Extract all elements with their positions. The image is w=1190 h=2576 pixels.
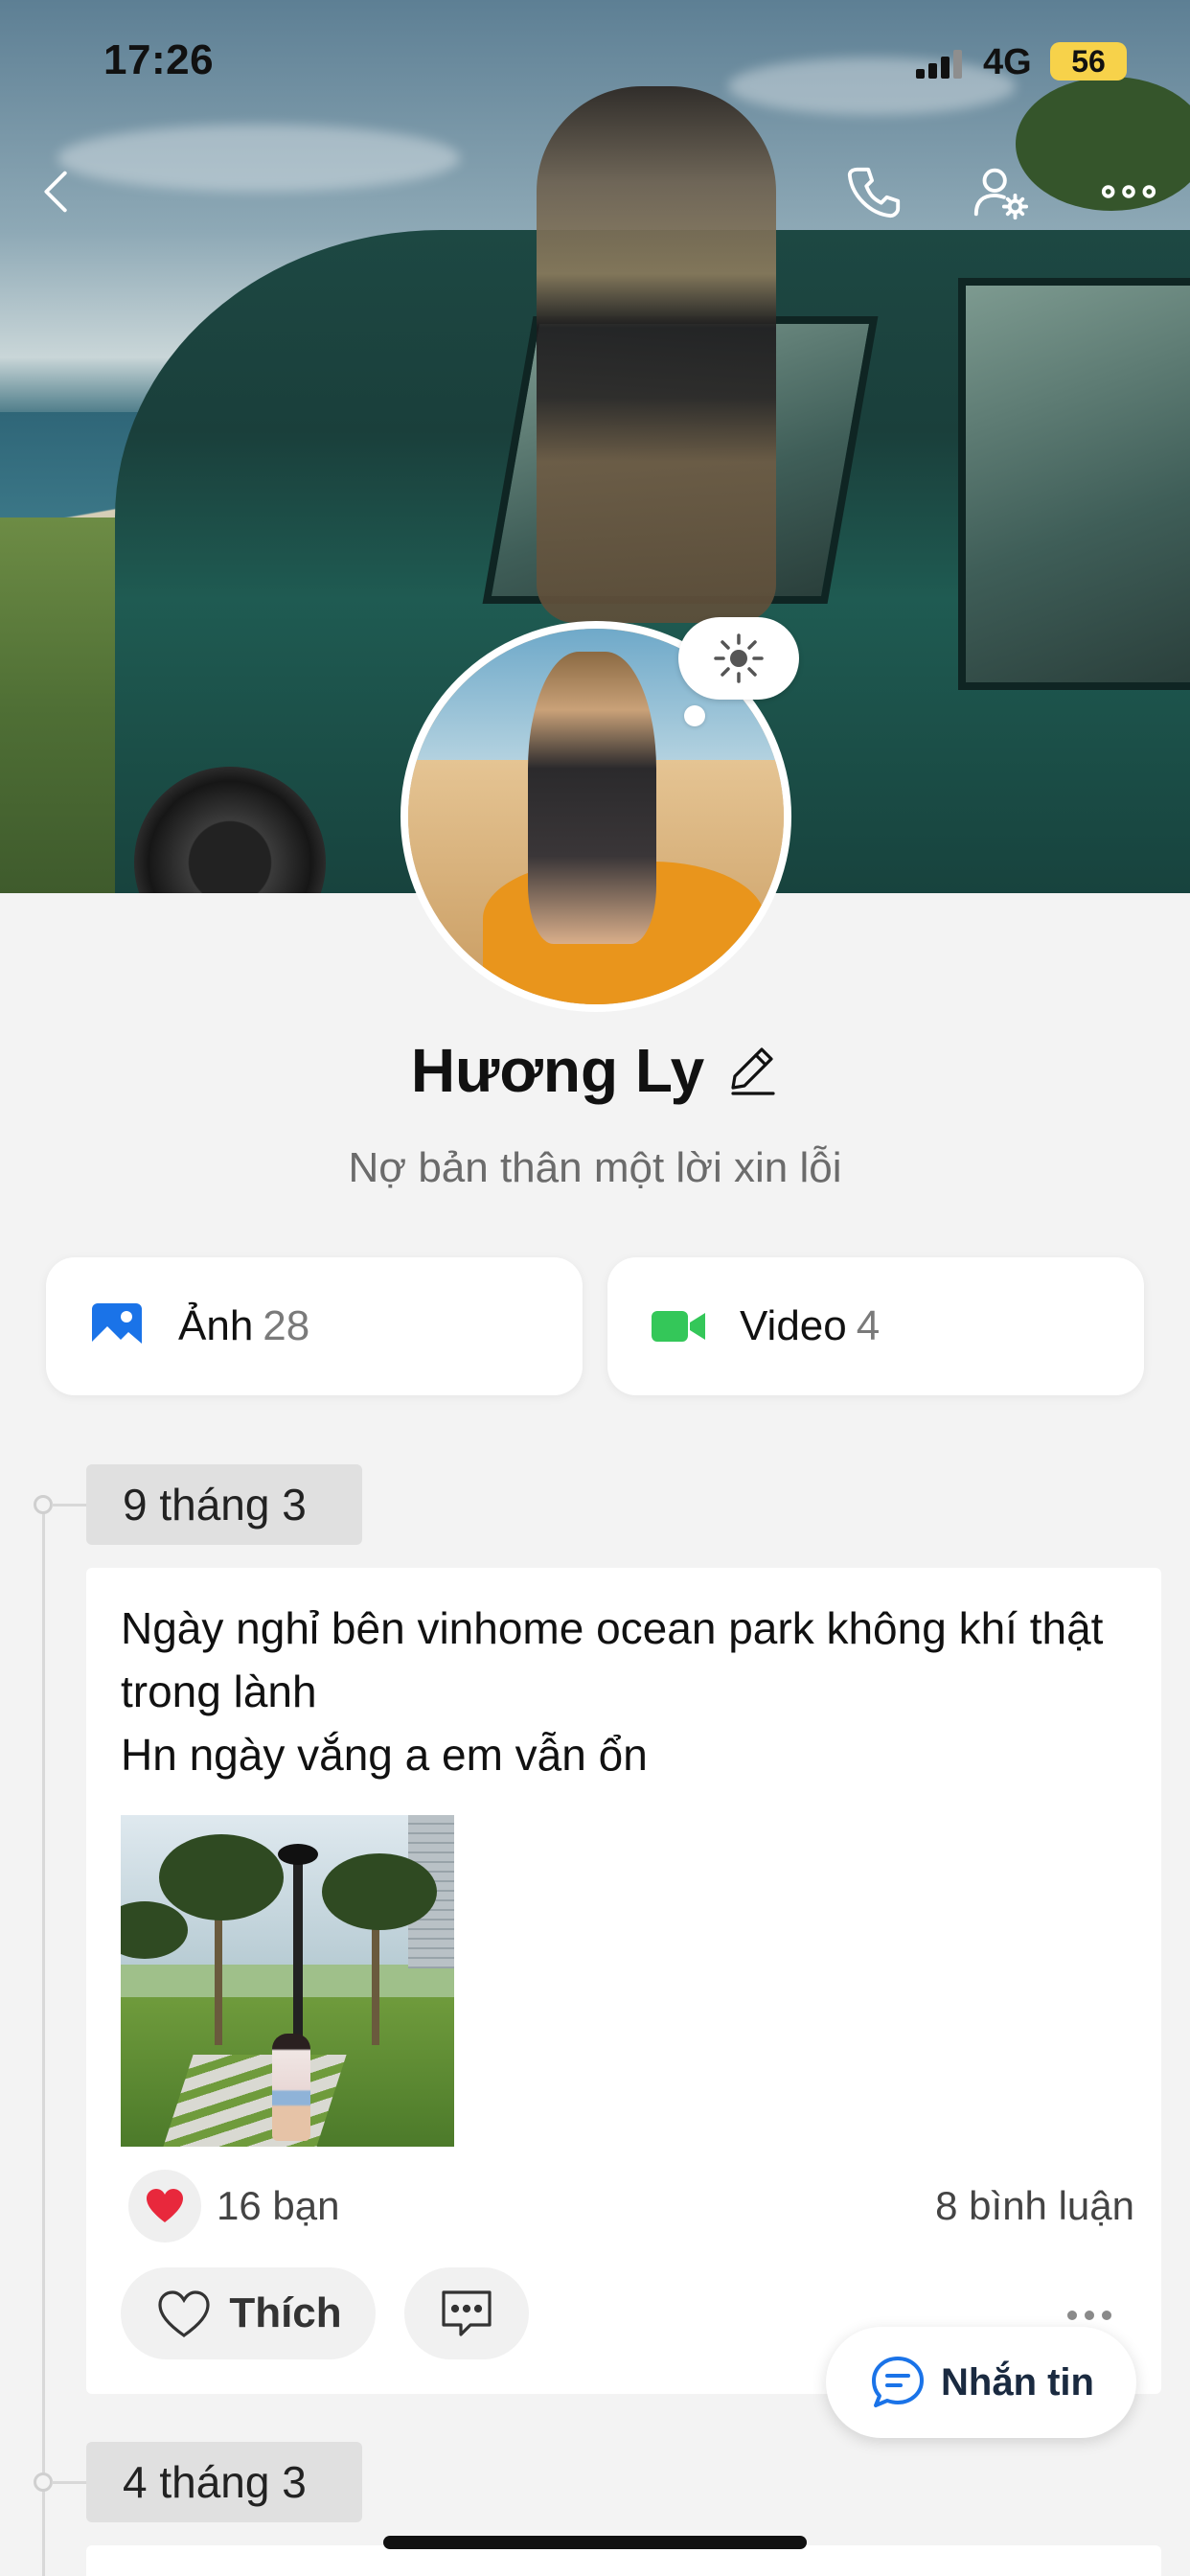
date-chip: 9 tháng 3 [86, 1464, 362, 1545]
post-actions: Thích [121, 2267, 529, 2359]
timeline-tick [52, 1504, 86, 1506]
send-message-label: Nhắn tin [941, 2360, 1094, 2404]
timeline-dot [34, 2472, 53, 2492]
call-button[interactable] [835, 153, 912, 230]
post-text: Ngày nghỉ bên vinhome ocean park không k… [121, 1603, 1104, 1780]
sun-icon [714, 633, 764, 683]
like-label: Thích [229, 2289, 342, 2336]
chat-bubble-icon [872, 2357, 924, 2407]
heart-reaction[interactable] [128, 2170, 201, 2242]
timeline-dot [34, 1495, 53, 1514]
likes-count[interactable]: 16 bạn [217, 2183, 339, 2229]
videos-label: Video 4 [740, 1302, 880, 1350]
home-indicator [383, 2536, 807, 2549]
status-bar: 17:26 4G 56 [0, 0, 1190, 125]
post-card[interactable] [86, 2545, 1161, 2576]
back-button[interactable] [19, 153, 96, 230]
more-horizontal-icon [1101, 185, 1156, 198]
post-more-button[interactable] [1067, 2306, 1127, 2325]
status-time: 17:26 [103, 36, 215, 83]
signal-icon [916, 50, 962, 79]
reaction-summary: 16 bạn 8 bình luận [128, 2170, 1134, 2242]
network-type: 4G [983, 42, 1032, 82]
heart-outline-icon [158, 2290, 210, 2337]
timeline-line [42, 1505, 45, 2576]
status-bubble[interactable] [678, 617, 799, 700]
battery-indicator: 56 [1050, 42, 1127, 80]
like-button[interactable]: Thích [121, 2267, 376, 2359]
videos-label-text: Video [740, 1302, 847, 1349]
videos-count: 4 [856, 1302, 881, 1349]
heart-filled-icon [147, 2189, 183, 2222]
timeline-tick [52, 2481, 86, 2484]
date-chip: 4 tháng 3 [86, 2442, 362, 2522]
video-camera-icon [652, 1311, 705, 1342]
photos-count: 28 [263, 1302, 310, 1349]
comments-count[interactable]: 8 bình luận [935, 2183, 1134, 2229]
photos-label: Ảnh 28 [178, 1302, 309, 1350]
edit-name-button[interactable] [725, 1042, 779, 1100]
send-message-button[interactable]: Nhắn tin [826, 2327, 1136, 2438]
photos-label-text: Ảnh [178, 1302, 254, 1349]
comment-icon [442, 2290, 492, 2336]
profile-bio: Nợ bản thân một lời xin lỗi [348, 1144, 842, 1191]
user-settings-icon [973, 168, 1029, 220]
phone-icon [847, 167, 901, 218]
post-photo[interactable] [121, 1815, 454, 2147]
profile-name: Hương Ly [410, 1036, 705, 1105]
image-icon [92, 1303, 142, 1349]
comment-button[interactable] [404, 2267, 529, 2359]
more-button[interactable] [1090, 153, 1167, 230]
profile-name-row: Hương Ly [0, 1035, 1190, 1106]
status-bubble-dot [684, 705, 705, 726]
chevron-left-icon [44, 171, 67, 213]
profile-settings-button[interactable] [962, 153, 1039, 230]
pencil-icon [731, 1046, 775, 1095]
post-card[interactable]: Ngày nghỉ bên vinhome ocean park không k… [86, 1568, 1161, 2394]
videos-card[interactable]: Video 4 [607, 1257, 1144, 1395]
photos-card[interactable]: Ảnh 28 [46, 1257, 583, 1395]
